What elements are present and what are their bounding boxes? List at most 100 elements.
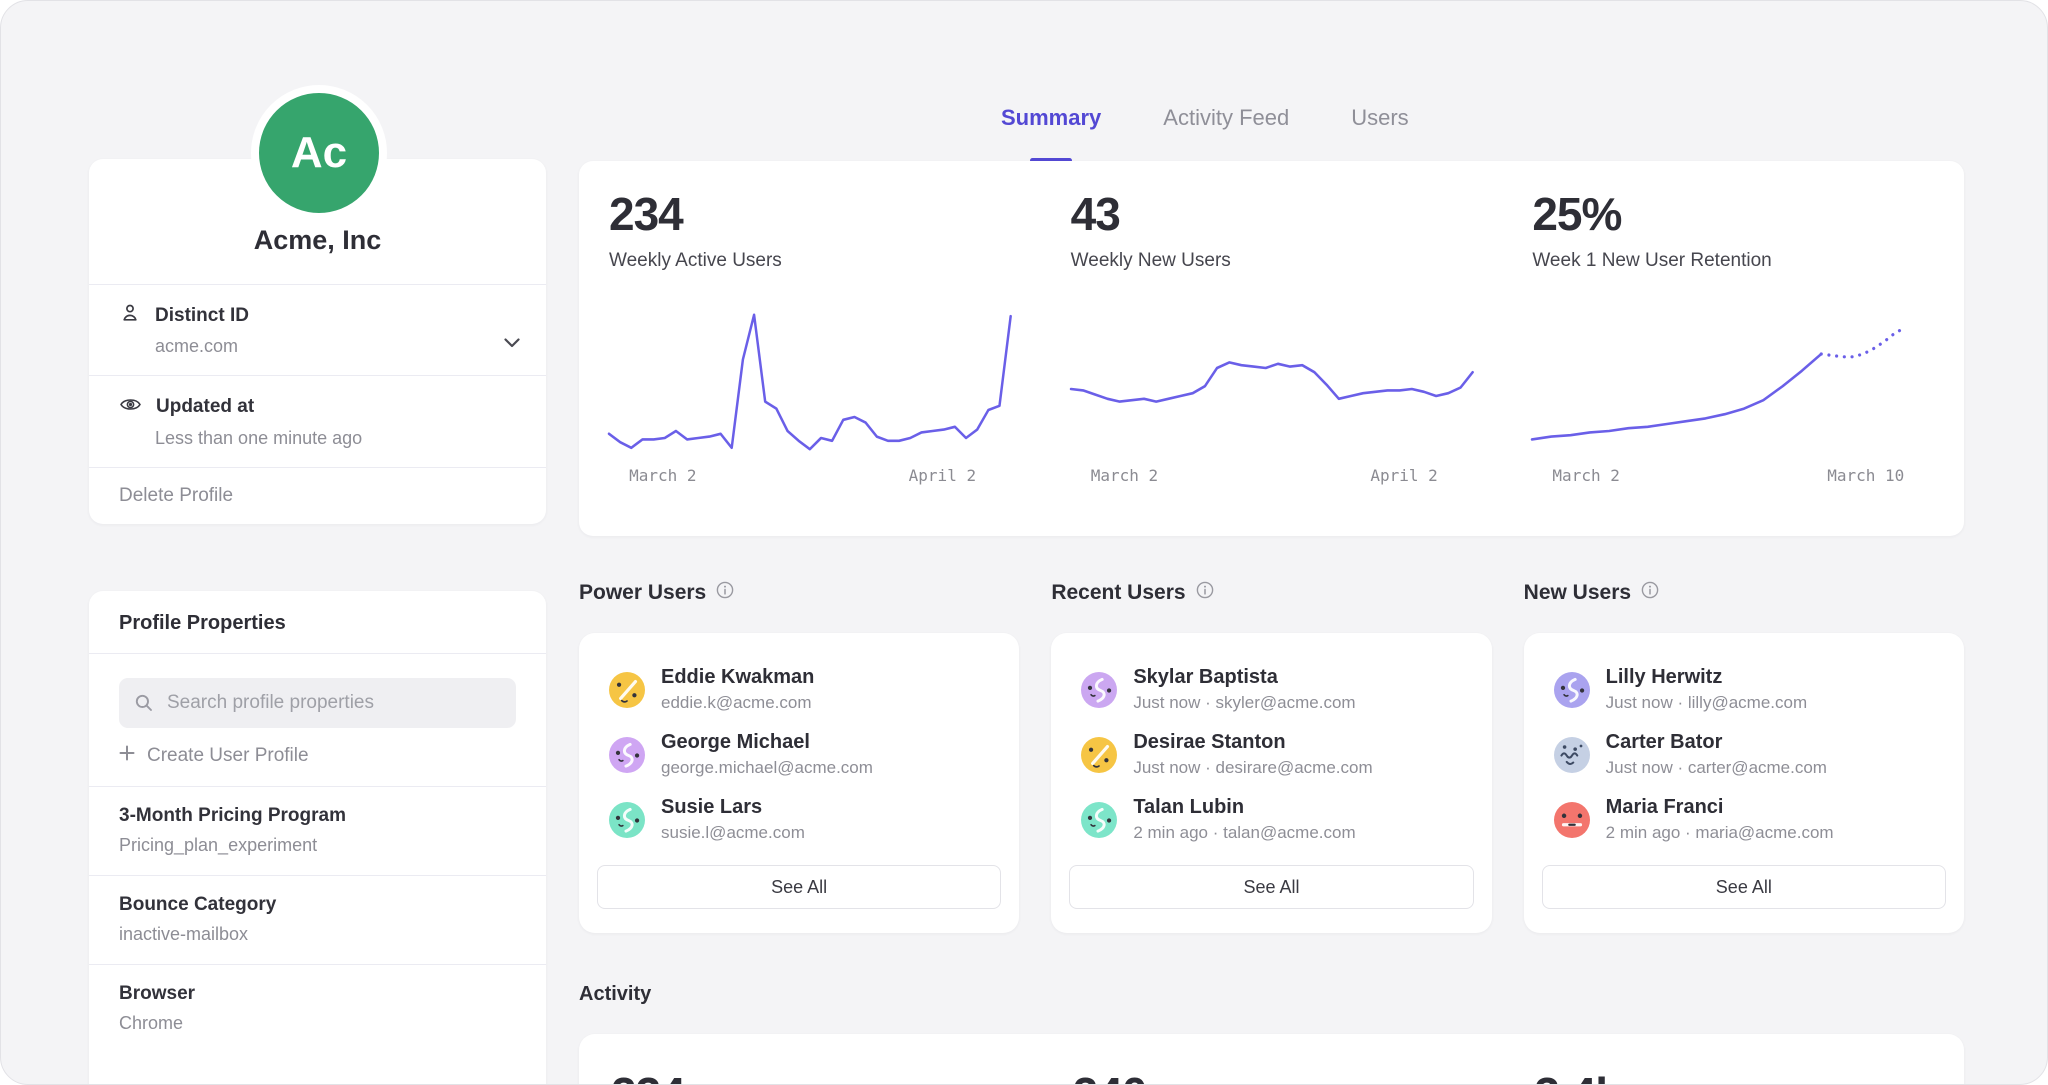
company-avatar-initials: Ac (291, 128, 347, 178)
user-meta: eddie.k@acme.com (661, 693, 814, 713)
x-tick-label: March 2 (1552, 466, 1619, 485)
user-meta: Just now · carter@acme.com (1606, 758, 1827, 778)
user-name: Carter Bator (1606, 731, 1827, 754)
user-row[interactable]: Skylar Baptista Just now · skyler@acme.c… (1067, 657, 1475, 722)
activity-stat: 3.4k (1534, 1067, 1932, 1085)
tab-users[interactable]: Users (1351, 105, 1408, 161)
summary-stats-card: 234 Weekly Active Users March 2April 2 4… (579, 161, 1964, 536)
user-meta: Just now · lilly@acme.com (1606, 693, 1807, 713)
activity-stat: 240 (1073, 1067, 1471, 1085)
user-name: Susie Lars (661, 796, 805, 819)
new-users-card: Lilly Herwitz Just now · lilly@acme.com … (1524, 633, 1964, 933)
create-user-profile-label: Create User Profile (147, 745, 309, 767)
distinct-id-row[interactable]: Distinct ID acme.com (89, 284, 546, 375)
eye-icon (119, 393, 142, 421)
create-user-profile-button[interactable]: Create User Profile (119, 745, 516, 767)
profile-properties-card: Profile Properties Create User Profile 3… (89, 591, 546, 1085)
tab-summary[interactable]: Summary (1001, 105, 1101, 161)
user-meta: 2 min ago · talan@acme.com (1133, 823, 1355, 843)
delete-profile-button[interactable]: Delete Profile (89, 467, 546, 524)
stat-week1-retention: 25% Week 1 New User Retention March 2Mar… (1502, 161, 1964, 536)
x-tick-label: March 2 (1091, 466, 1158, 485)
distinct-id-value: acme.com (155, 336, 516, 357)
user-avatar (609, 672, 645, 708)
info-icon[interactable] (1196, 581, 1214, 605)
stat-weekly-new-users: 43 Weekly New Users March 2 April 2 (1041, 161, 1503, 536)
x-tick-label: April 2 (909, 466, 976, 485)
power-users-section: Power Users Eddie Kwakman eddie.k@acme.c… (579, 578, 1019, 933)
stat-label: Weekly New Users (1071, 250, 1473, 272)
stat-label: Weekly Active Users (609, 250, 1011, 272)
new-users-title: New Users (1524, 581, 1631, 605)
info-icon[interactable] (716, 581, 734, 605)
user-name: Eddie Kwakman (661, 666, 814, 689)
profile-tabs: Summary Activity Feed Users (579, 105, 1964, 161)
property-value: inactive-mailbox (119, 924, 516, 945)
user-meta: Just now · skyler@acme.com (1133, 693, 1355, 713)
x-axis-ticks: March 2April 2 (609, 466, 1011, 492)
updated-at-row: Updated at Less than one minute ago (89, 375, 546, 467)
property-row[interactable]: Bounce Category inactive-mailbox (89, 875, 546, 964)
property-name: 3-Month Pricing Program (119, 805, 516, 827)
property-value: Pricing_plan_experiment (119, 835, 516, 856)
profile-properties-search (119, 678, 516, 728)
see-all-button[interactable]: See All (597, 865, 1001, 909)
user-row[interactable]: Eddie Kwakman eddie.k@acme.com (595, 657, 1003, 722)
user-name: Talan Lubin (1133, 796, 1355, 819)
user-name: Desirae Stanton (1133, 731, 1372, 754)
user-avatar (1554, 802, 1590, 838)
weekly-new-users-sparkline (1071, 312, 1473, 452)
weekly-active-users-sparkline (609, 312, 1011, 452)
property-name: Bounce Category (119, 894, 516, 916)
property-value: Chrome (119, 1013, 516, 1034)
x-tick-label: April 2 (1370, 466, 1437, 485)
see-all-button[interactable]: See All (1069, 865, 1473, 909)
recent-users-title: Recent Users (1051, 581, 1185, 605)
stat-weekly-active-users: 234 Weekly Active Users March 2April 2 (579, 161, 1041, 536)
profile-properties-title: Profile Properties (89, 591, 546, 654)
user-sections: Power Users Eddie Kwakman eddie.k@acme.c… (579, 578, 1964, 933)
user-avatar (1081, 802, 1117, 838)
user-avatar (609, 737, 645, 773)
x-axis-ticks: March 2 April 2 (1071, 466, 1473, 492)
company-avatar: Ac (251, 85, 387, 221)
user-avatar (1081, 737, 1117, 773)
user-avatar (1081, 672, 1117, 708)
stat-value: 43 (1071, 187, 1473, 241)
user-avatar (1554, 737, 1590, 773)
property-name: Browser (119, 983, 516, 1005)
user-meta: susie.l@acme.com (661, 823, 805, 843)
user-avatar (609, 802, 645, 838)
recent-users-card: Skylar Baptista Just now · skyler@acme.c… (1051, 633, 1491, 933)
activity-stat: 234 (611, 1067, 1009, 1085)
user-name: Skylar Baptista (1133, 666, 1355, 689)
user-row[interactable]: George Michael george.michael@acme.com (595, 722, 1003, 787)
stat-label: Week 1 New User Retention (1532, 250, 1934, 272)
property-row[interactable]: 3-Month Pricing Program Pricing_plan_exp… (89, 786, 546, 875)
search-input[interactable] (119, 678, 516, 728)
info-icon[interactable] (1641, 581, 1659, 605)
property-row[interactable]: Browser Chrome (89, 964, 546, 1053)
stat-value: 25% (1532, 187, 1934, 241)
user-row[interactable]: Maria Franci 2 min ago · maria@acme.com (1540, 787, 1948, 852)
distinct-id-label: Distinct ID (155, 305, 249, 327)
x-tick-label: March 10 (1827, 466, 1904, 485)
user-row[interactable]: Talan Lubin 2 min ago · talan@acme.com (1067, 787, 1475, 852)
user-meta: george.michael@acme.com (661, 758, 873, 778)
x-axis-ticks: March 2 March 10 (1532, 466, 1934, 492)
updated-at-label: Updated at (156, 396, 254, 418)
retention-sparkline (1532, 312, 1934, 452)
user-row[interactable]: Susie Lars susie.l@acme.com (595, 787, 1003, 852)
user-row[interactable]: Carter Bator Just now · carter@acme.com (1540, 722, 1948, 787)
user-name: Maria Franci (1606, 796, 1834, 819)
user-row[interactable]: Desirae Stanton Just now · desirare@acme… (1067, 722, 1475, 787)
tab-activity-feed[interactable]: Activity Feed (1163, 105, 1289, 161)
user-name: George Michael (661, 731, 873, 754)
user-row[interactable]: Lilly Herwitz Just now · lilly@acme.com (1540, 657, 1948, 722)
activity-card: 234 240 3.4k (579, 1034, 1964, 1085)
user-avatar (1554, 672, 1590, 708)
chevron-down-icon[interactable] (504, 335, 520, 353)
updated-at-value: Less than one minute ago (155, 428, 516, 449)
see-all-button[interactable]: See All (1542, 865, 1946, 909)
user-meta: Just now · desirare@acme.com (1133, 758, 1372, 778)
